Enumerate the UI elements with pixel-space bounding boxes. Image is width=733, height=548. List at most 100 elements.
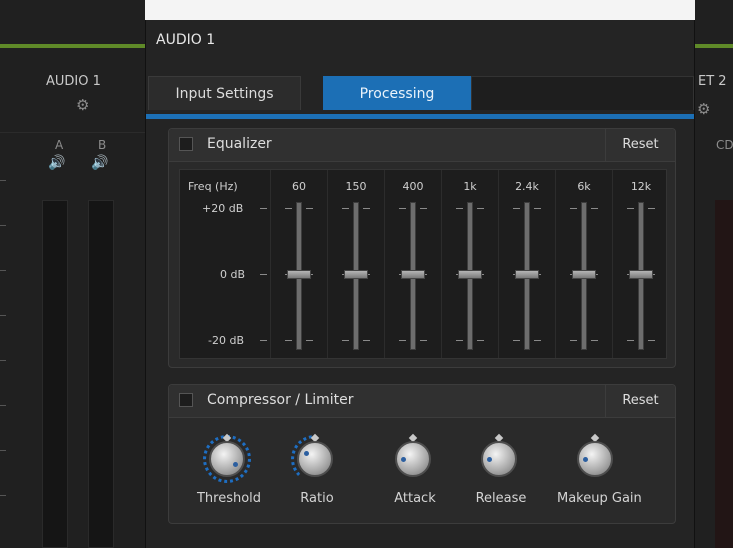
eq-band-150: 150 (327, 170, 383, 358)
eq-tick (456, 340, 463, 341)
knob-dial[interactable] (209, 441, 245, 477)
eq-tick (534, 208, 541, 209)
eq-tick (627, 208, 634, 209)
eq-tick (363, 208, 370, 209)
knob-ratio[interactable]: Ratio (277, 431, 357, 511)
right-meter (715, 200, 733, 548)
compressor-reset-button[interactable]: Reset (605, 385, 675, 417)
eq-band-freq-label: 60 (292, 180, 306, 193)
eq-tick (477, 340, 484, 341)
eq-band-400: 400 (384, 170, 440, 358)
knob-dial[interactable] (481, 441, 517, 477)
knob-makeup-gain[interactable]: Makeup Gain (557, 431, 642, 511)
gear-icon-right[interactable]: ⚙ (697, 100, 710, 118)
eq-tick (648, 208, 655, 209)
right-channel-title: ET 2 (698, 74, 727, 89)
eq-tick (648, 340, 655, 341)
knob-label: Attack (394, 491, 436, 506)
speaker-b-icon[interactable]: 🔊 (91, 155, 108, 171)
ruler-tick (0, 405, 6, 406)
eq-tick (570, 340, 577, 341)
meter-b (88, 200, 114, 548)
equalizer-enable-checkbox[interactable] (179, 137, 193, 151)
eq-tick (627, 340, 634, 341)
eq-tick (591, 208, 598, 209)
eq-band-6k: 6k (555, 170, 611, 358)
db-tick (260, 340, 267, 341)
eq-band-freq-label: 400 (402, 180, 424, 193)
tab-processing[interactable]: Processing (323, 76, 471, 110)
equalizer-reset-button[interactable]: Reset (605, 129, 675, 161)
eq-slider-thumb[interactable] (515, 270, 539, 279)
eq-slider-thumb[interactable] (629, 270, 653, 279)
compressor-label: Compressor / Limiter (207, 392, 354, 408)
knob-label: Ratio (300, 491, 334, 506)
compressor-group: Compressor / Limiter Reset Threshold Rati… (168, 384, 676, 524)
eq-tick (342, 340, 349, 341)
eq-tick (399, 208, 406, 209)
divider (0, 132, 145, 133)
knob-indicator (486, 457, 492, 463)
equalizer-header: Equalizer Reset (169, 129, 675, 162)
channel-a-label: A (55, 138, 64, 152)
eq-tick (534, 340, 541, 341)
knob-dial[interactable] (297, 441, 333, 477)
eq-tick (513, 340, 520, 341)
eq-tick (342, 208, 349, 209)
speaker-a-icon[interactable]: 🔊 (48, 155, 65, 171)
eq-band-freq-label: 1k (463, 180, 477, 193)
eq-tick (513, 208, 520, 209)
channel-b-label: B (98, 138, 107, 152)
knob-release[interactable]: Release (461, 431, 541, 511)
ruler-tick (0, 180, 6, 181)
eq-slider-thumb[interactable] (458, 270, 482, 279)
knob-indicator (233, 461, 239, 467)
knob-attack[interactable]: Attack (375, 431, 455, 511)
eq-tick (591, 340, 598, 341)
ruler-tick (0, 360, 6, 361)
right-sub-label: CD (716, 138, 733, 152)
eq-slider-thumb[interactable] (401, 270, 425, 279)
knob-dial[interactable] (577, 441, 613, 477)
eq-tick (306, 208, 313, 209)
eq-band-freq-label: 2.4k (515, 180, 539, 193)
audio-settings-panel: AUDIO 1 Input Settings Processing Equali… (145, 20, 695, 548)
ruler-tick (0, 270, 6, 271)
knob-label: Threshold (196, 491, 262, 506)
knob-indicator (400, 457, 406, 463)
eq-slider-thumb[interactable] (572, 270, 596, 279)
equalizer-body: Freq (Hz) +20 dB 0 dB -20 dB 60 150 400 1k 2… (179, 169, 667, 359)
eq-tick (399, 340, 406, 341)
knob-label: Release (475, 491, 527, 506)
eq-slider-thumb[interactable] (344, 270, 368, 279)
compressor-enable-checkbox[interactable] (179, 393, 193, 407)
gear-icon[interactable]: ⚙ (76, 96, 89, 114)
db-tick (260, 208, 267, 209)
eq-tick (456, 208, 463, 209)
eq-tick (420, 208, 427, 209)
panel-title: AUDIO 1 (156, 32, 216, 48)
ruler-tick (0, 225, 6, 226)
knob-threshold[interactable]: Threshold (189, 431, 269, 511)
eq-band-60: 60 (270, 170, 326, 358)
meter-a (42, 200, 68, 548)
tab-input-settings[interactable]: Input Settings (148, 76, 301, 110)
knob-dial[interactable] (395, 441, 431, 477)
eq-tick (285, 208, 292, 209)
eq-band-12k: 12k (612, 170, 668, 358)
left-green-bar (0, 44, 145, 48)
equalizer-group: Equalizer Reset Freq (Hz) +20 dB 0 dB -2… (168, 128, 676, 368)
knob-indicator (304, 450, 310, 456)
ruler-tick (0, 450, 6, 451)
eq-tick (420, 340, 427, 341)
eq-tick (477, 208, 484, 209)
eq-slider-thumb[interactable] (287, 270, 311, 279)
eq-band-freq-label: 150 (345, 180, 367, 193)
eq-tick (570, 208, 577, 209)
left-channel-title: AUDIO 1 (46, 74, 101, 89)
compressor-header: Compressor / Limiter Reset (169, 385, 675, 418)
freq-header: Freq (Hz) (188, 180, 238, 193)
compressor-knobs: Threshold Ratio Attack Release Makeup Gain (169, 431, 675, 521)
knob-label: Makeup Gain (557, 491, 642, 506)
eq-tick (363, 340, 370, 341)
